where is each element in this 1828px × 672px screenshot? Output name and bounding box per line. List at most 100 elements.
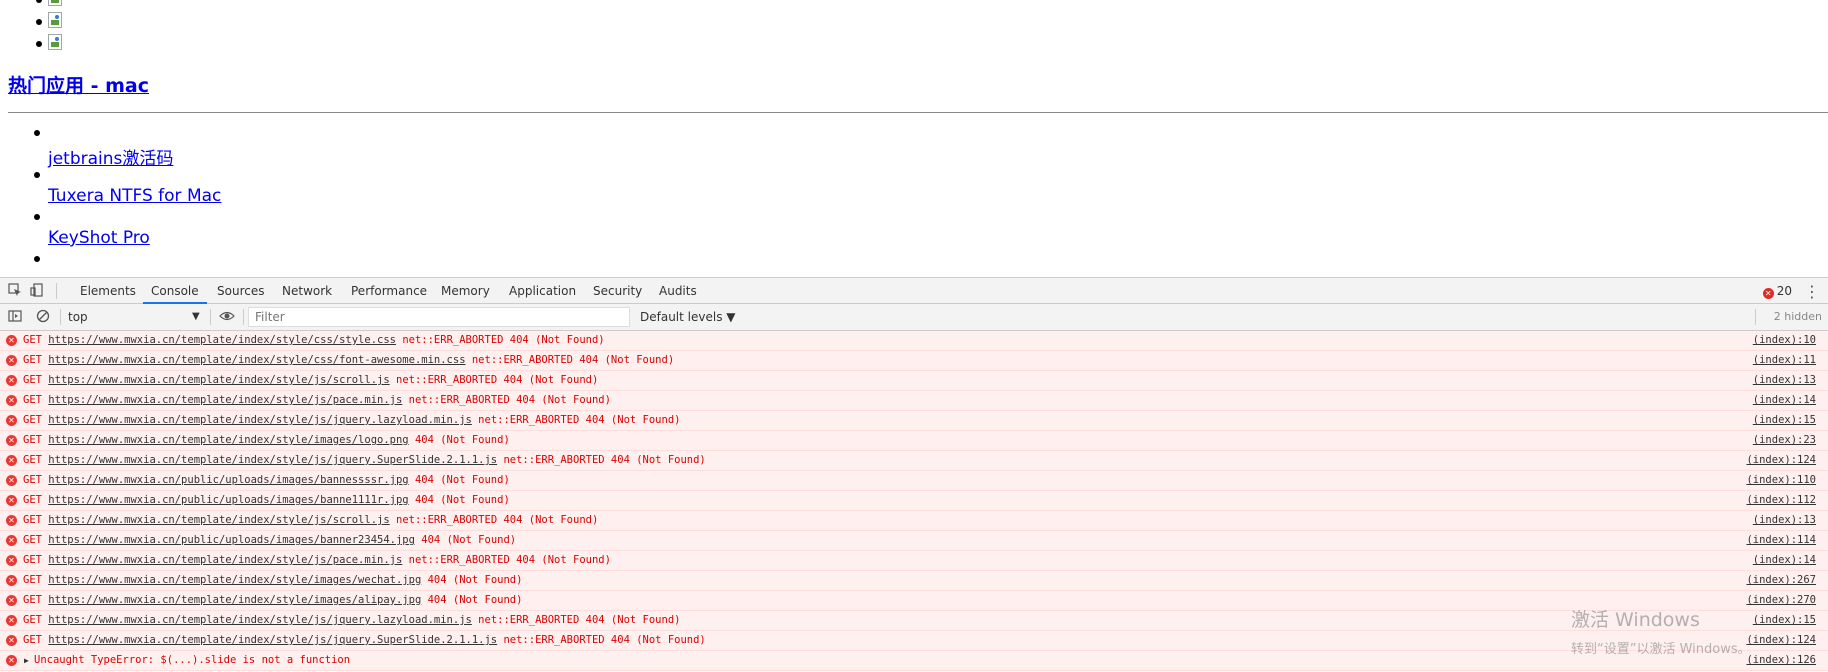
request-url-link[interactable]: https://www.mwxia.cn/template/index/styl…: [48, 594, 421, 606]
clear-console-icon[interactable]: [35, 309, 51, 325]
console-error-row[interactable]: ✕ GET https://www.mwxia.cn/template/index…: [0, 551, 1828, 571]
console-message: GET https://www.mwxia.cn/template/index/…: [23, 351, 674, 370]
broken-image-icon[interactable]: [48, 12, 62, 28]
tab-memory[interactable]: Memory: [441, 278, 490, 304]
console-error-row[interactable]: ✕ GET https://www.mwxia.cn/template/index…: [0, 391, 1828, 411]
tab-console[interactable]: Console: [143, 278, 207, 304]
tab-performance[interactable]: Performance: [351, 278, 427, 304]
request-url-link[interactable]: https://www.mwxia.cn/template/index/styl…: [48, 454, 497, 466]
console-error-row[interactable]: ✕ GET https://www.mwxia.cn/template/index…: [0, 451, 1828, 471]
app-link[interactable]: KeyShot Pro: [48, 228, 150, 248]
request-url-link[interactable]: https://www.mwxia.cn/public/uploads/imag…: [48, 474, 408, 486]
request-url-link[interactable]: https://www.mwxia.cn/template/index/styl…: [48, 434, 408, 446]
source-link[interactable]: (index):14: [1753, 391, 1816, 410]
request-url-link[interactable]: https://www.mwxia.cn/public/uploads/imag…: [48, 534, 415, 546]
error-text: 404 (Not Found): [427, 574, 523, 586]
request-url-link[interactable]: https://www.mwxia.cn/template/index/styl…: [48, 554, 402, 566]
source-link[interactable]: (index):270: [1746, 591, 1816, 610]
source-link[interactable]: (index):124: [1746, 451, 1816, 470]
request-url-link[interactable]: https://www.mwxia.cn/template/index/styl…: [48, 634, 497, 646]
source-link[interactable]: (index):15: [1753, 411, 1816, 430]
sidebar-toggle-icon[interactable]: [7, 309, 23, 325]
console-error-row[interactable]: ✕ GET https://www.mwxia.cn/template/index…: [0, 591, 1828, 611]
source-link[interactable]: (index):14: [1753, 551, 1816, 570]
request-url-link[interactable]: https://www.mwxia.cn/template/index/styl…: [48, 394, 402, 406]
console-uncaught-error-row[interactable]: ✕ ▶ Uncaught TypeError: $(...).slide is no…: [0, 651, 1828, 671]
broken-image-icon[interactable]: [48, 34, 62, 50]
app-link-list: jetbrains激活码 Tuxera NTFS for Mac KeyShot…: [0, 124, 221, 277]
filter-input[interactable]: [248, 307, 630, 327]
request-url-link[interactable]: https://www.mwxia.cn/template/index/styl…: [48, 374, 389, 386]
request-method: GET: [23, 594, 42, 606]
request-url-link[interactable]: https://www.mwxia.cn/public/uploads/imag…: [48, 494, 408, 506]
source-link[interactable]: (index):126: [1746, 651, 1816, 670]
source-link[interactable]: (index):114: [1746, 531, 1816, 550]
context-select[interactable]: top: [68, 308, 208, 326]
console-error-row[interactable]: ✕ GET https://www.mwxia.cn/public/uploads…: [0, 531, 1828, 551]
request-url-link[interactable]: https://www.mwxia.cn/template/index/styl…: [48, 414, 472, 426]
console-message: GET https://www.mwxia.cn/public/uploads/…: [23, 491, 510, 510]
expand-triangle-icon[interactable]: ▶: [24, 651, 29, 670]
inspect-element-icon[interactable]: [7, 283, 23, 299]
request-url-link[interactable]: https://www.mwxia.cn/template/index/styl…: [48, 574, 421, 586]
console-error-row[interactable]: ✕ GET https://www.mwxia.cn/public/uploads…: [0, 491, 1828, 511]
source-link[interactable]: (index):15: [1753, 611, 1816, 630]
source-link[interactable]: (index):10: [1753, 331, 1816, 350]
source-link[interactable]: (index):112: [1746, 491, 1816, 510]
source-link[interactable]: (index):23: [1753, 431, 1816, 450]
console-error-row[interactable]: ✕ GET https://www.mwxia.cn/template/index…: [0, 611, 1828, 631]
console-message: GET https://www.mwxia.cn/template/index/…: [23, 611, 680, 630]
tab-audits[interactable]: Audits: [659, 278, 697, 304]
broken-image-icon[interactable]: [48, 0, 62, 6]
request-url-link[interactable]: https://www.mwxia.cn/template/index/styl…: [48, 354, 465, 366]
request-url-link[interactable]: https://www.mwxia.cn/template/index/styl…: [48, 334, 396, 346]
request-url-link[interactable]: https://www.mwxia.cn/template/index/styl…: [48, 614, 472, 626]
request-method: GET: [23, 614, 42, 626]
source-link[interactable]: (index):11: [1753, 351, 1816, 370]
request-method: GET: [23, 354, 42, 366]
error-text: net::ERR_ABORTED 404 (Not Found): [396, 374, 599, 386]
tab-elements[interactable]: Elements: [80, 278, 136, 304]
source-link[interactable]: (index):124: [1746, 631, 1816, 650]
source-link[interactable]: (index):110: [1746, 471, 1816, 490]
section-title-link[interactable]: 热门应用 - mac: [8, 71, 149, 98]
console-message: GET https://www.mwxia.cn/template/index/…: [23, 411, 680, 430]
console-error-row[interactable]: ✕ GET https://www.mwxia.cn/template/index…: [0, 371, 1828, 391]
error-text: net::ERR_ABORTED 404 (Not Found): [396, 514, 599, 526]
chevron-down-icon[interactable]: ▼: [192, 308, 200, 326]
log-levels-dropdown[interactable]: Default levels ▼: [640, 308, 736, 326]
error-count-badge[interactable]: ✕ 20: [1762, 278, 1792, 304]
toolbar-separator: [1755, 309, 1756, 325]
console-error-row[interactable]: ✕ GET https://www.mwxia.cn/template/index…: [0, 511, 1828, 531]
app-link[interactable]: Tuxera NTFS for Mac: [48, 186, 221, 206]
error-icon: ✕: [6, 555, 17, 566]
console-message: GET https://www.mwxia.cn/template/index/…: [23, 391, 611, 410]
console-error-row[interactable]: ✕ GET https://www.mwxia.cn/template/index…: [0, 631, 1828, 651]
request-url-link[interactable]: https://www.mwxia.cn/template/index/styl…: [48, 514, 389, 526]
tab-network[interactable]: Network: [282, 278, 332, 304]
console-error-row[interactable]: ✕ GET https://www.mwxia.cn/public/uploads…: [0, 471, 1828, 491]
source-link[interactable]: (index):13: [1753, 511, 1816, 530]
console-error-row[interactable]: ✕ GET https://www.mwxia.cn/template/index…: [0, 431, 1828, 451]
console-error-row[interactable]: ✕ GET https://www.mwxia.cn/template/index…: [0, 351, 1828, 371]
source-link[interactable]: (index):267: [1746, 571, 1816, 590]
request-method: GET: [23, 534, 42, 546]
tab-security[interactable]: Security: [593, 278, 642, 304]
console-messages: ✕ GET https://www.mwxia.cn/template/index…: [0, 331, 1828, 672]
tab-application[interactable]: Application: [509, 278, 576, 304]
console-error-row[interactable]: ✕ GET https://www.mwxia.cn/template/index…: [0, 331, 1828, 351]
error-text: net::ERR_ABORTED 404 (Not Found): [503, 634, 706, 646]
console-message: GET https://www.mwxia.cn/template/index/…: [23, 591, 522, 610]
more-menu-icon[interactable]: ⋮: [1804, 282, 1820, 301]
app-link[interactable]: jetbrains激活码: [48, 144, 173, 169]
console-error-row[interactable]: ✕ GET https://www.mwxia.cn/template/index…: [0, 571, 1828, 591]
toolbar-separator: [243, 309, 244, 325]
error-icon: ✕: [6, 655, 17, 666]
console-error-row[interactable]: ✕ GET https://www.mwxia.cn/template/index…: [0, 411, 1828, 431]
error-text: 404 (Not Found): [427, 594, 523, 606]
eye-icon[interactable]: [219, 309, 235, 325]
source-link[interactable]: (index):13: [1753, 371, 1816, 390]
tab-sources[interactable]: Sources: [217, 278, 264, 304]
device-toolbar-icon[interactable]: [29, 283, 45, 299]
error-count: 20: [1776, 284, 1792, 298]
